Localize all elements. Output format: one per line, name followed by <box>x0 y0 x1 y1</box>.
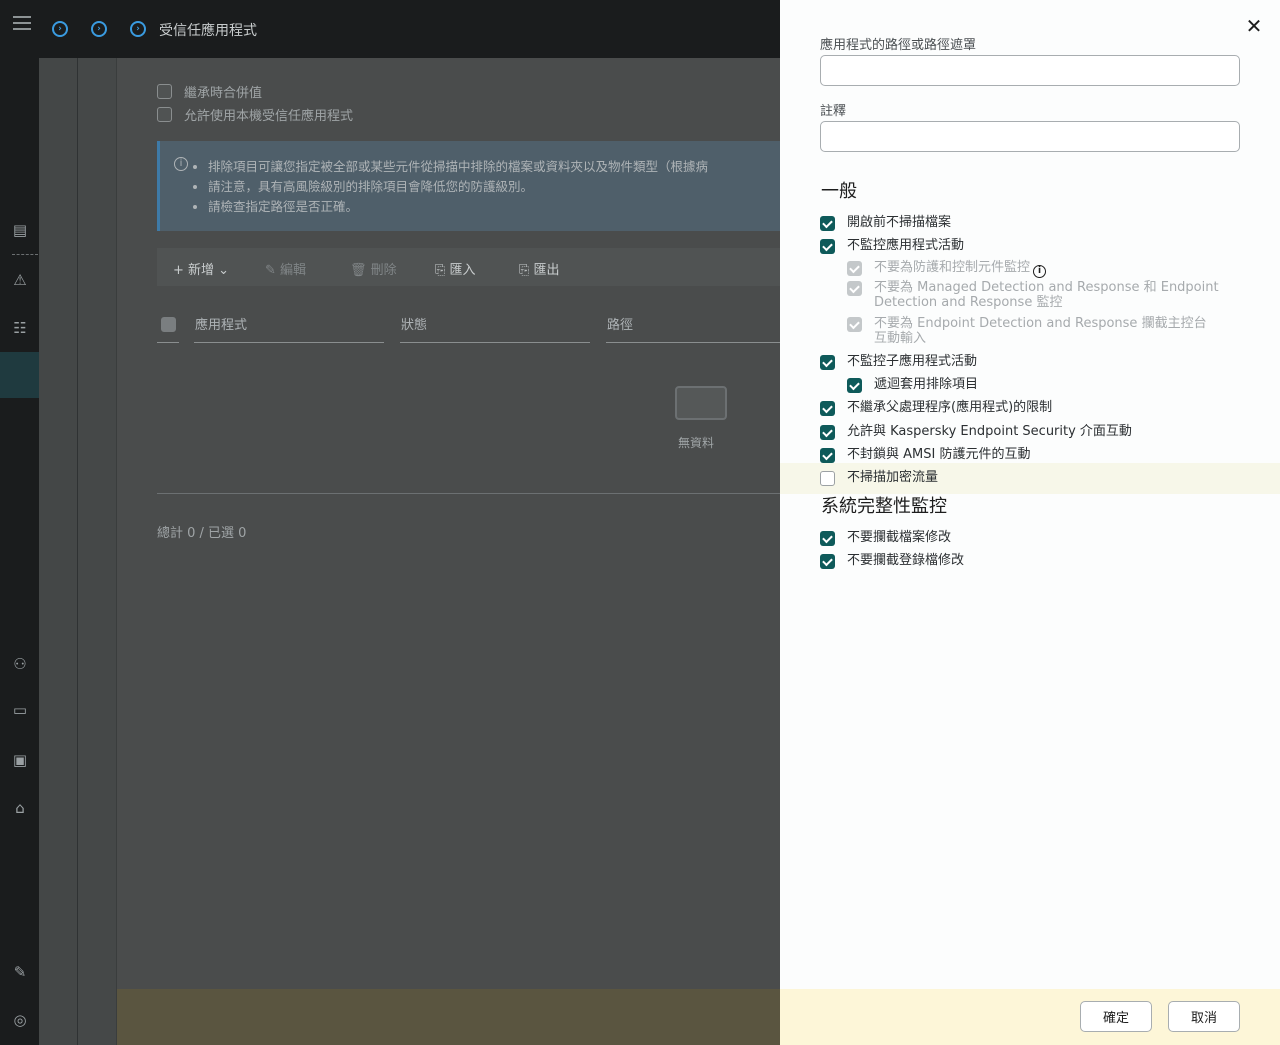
panel-column-2 <box>78 0 117 1045</box>
page-title: 受信任應用程式 <box>159 23 257 39</box>
header-underline <box>194 342 384 343</box>
checkbox-checked[interactable] <box>847 378 862 393</box>
active-nav-marker <box>0 352 42 398</box>
drawer-footer: 確定 取消 <box>780 989 1280 1045</box>
column-header-app[interactable]: 應用程式 <box>195 314 247 333</box>
trusted-app-drawer: ✕ 應用程式的路徑或路徑遮罩 註釋 一般 開啟前不掃描檔案 不監控應用程式活動 … <box>780 0 1280 1045</box>
delete-button[interactable]: 🗑 刪除 <box>350 259 397 278</box>
checkbox-checked[interactable] <box>820 355 835 370</box>
scan-before-open-option[interactable]: 開啟前不掃描檔案 <box>820 215 951 235</box>
checkbox-checked[interactable] <box>820 239 835 254</box>
info-notice: i 排除項目可讓您指定被全部或某些元件從掃描中排除的檔案或資料夾以及物件類型（根… <box>157 141 797 231</box>
monitor-icon[interactable]: ▣ <box>10 750 30 770</box>
chevron-right-icon[interactable]: › <box>91 21 107 37</box>
header-underline <box>606 342 780 343</box>
chevron-right-icon[interactable]: › <box>130 21 146 37</box>
inherit-label: 繼承時合併值 <box>184 86 263 101</box>
path-label: 應用程式的路徑或路徑遮罩 <box>820 38 977 53</box>
close-icon[interactable]: ✕ <box>1244 16 1264 37</box>
hierarchy-icon[interactable]: ☷ <box>10 318 30 338</box>
comment-label: 註釋 <box>820 104 847 119</box>
checkbox-checked[interactable] <box>820 216 835 231</box>
panel-column-1 <box>39 0 78 1045</box>
trusted-apps-page: 繼承時合併值 允許使用本機受信任應用程式 i 排除項目可讓您指定被全部或某些元件… <box>117 58 797 1045</box>
path-input[interactable] <box>820 55 1240 86</box>
integrity-section-title: 系統完整性監控 <box>821 496 947 517</box>
chevron-right-icon[interactable]: › <box>52 21 68 37</box>
empty-state-text: 無資料 <box>678 436 715 450</box>
no-monitor-activity-option[interactable]: 不監控應用程式活動 <box>820 238 964 258</box>
header-underline <box>400 342 590 343</box>
allow-local-label: 允許使用本機受信任應用程式 <box>184 109 354 124</box>
top-bar: › › › 受信任應用程式 <box>39 0 780 58</box>
menu-icon[interactable] <box>13 16 31 34</box>
warning-icon[interactable]: ⚠ <box>10 270 30 290</box>
inherit-checkbox[interactable] <box>157 84 172 99</box>
checkbox-disabled-checked <box>847 281 862 296</box>
column-header-path[interactable]: 路徑 <box>607 314 633 333</box>
table-bottom-border <box>157 493 780 494</box>
account-icon[interactable]: ◎ <box>10 1010 30 1030</box>
allow-kes-interface-option[interactable]: 允許與 Kaspersky Endpoint Security 介面互動 <box>820 424 1132 444</box>
cancel-button[interactable]: 取消 <box>1168 1001 1240 1032</box>
dimmed-footer <box>117 989 780 1045</box>
wrench-icon[interactable]: ✎ <box>10 962 30 982</box>
table-toolbar: + 新增 ⌄ ✎ 編輯 🗑 刪除 ⎘ 匯入 ⎘ 匯出 <box>157 248 797 286</box>
checkbox-checked[interactable] <box>820 554 835 569</box>
divider <box>12 254 38 255</box>
add-button[interactable]: + 新增 ⌄ <box>173 259 229 278</box>
header-underline <box>157 342 179 343</box>
general-section-title: 一般 <box>821 181 857 202</box>
select-all-checkbox[interactable] <box>161 317 176 332</box>
no-intercept-registry-mod-option[interactable]: 不要攔截登錄檔修改 <box>820 553 964 573</box>
no-scan-encrypted-traffic-option[interactable]: 不掃描加密流量 <box>820 470 938 490</box>
comment-input[interactable] <box>820 121 1240 152</box>
summary-text: 總計 0 / 已選 0 <box>157 526 247 541</box>
export-button[interactable]: ⎘ 匯出 <box>519 259 560 278</box>
allow-local-checkbox[interactable] <box>157 107 172 122</box>
edit-button[interactable]: ✎ 編輯 <box>265 259 306 278</box>
ok-button[interactable]: 確定 <box>1080 1001 1152 1032</box>
import-button[interactable]: ⎘ 匯入 <box>435 259 476 278</box>
user-icon[interactable]: ⚇ <box>10 654 30 674</box>
info-icon: i <box>174 157 188 171</box>
info-icon[interactable]: i <box>1033 265 1047 278</box>
empty-inbox-icon <box>675 386 727 420</box>
column-header-status[interactable]: 狀態 <box>401 314 427 333</box>
apply-recursive-option[interactable]: 遞迴套用排除項目 <box>847 377 978 397</box>
info-bullet: 請注意，具有高風險級別的排除項目會降低您的防護級別。 <box>208 177 708 197</box>
checkbox-checked[interactable] <box>820 531 835 546</box>
info-bullet: 排除項目可讓您指定被全部或某些元件從掃描中排除的檔案或資料夾以及物件類型（根據病 <box>208 157 708 177</box>
checkbox-disabled-checked <box>847 317 862 332</box>
server-icon[interactable]: ▤ <box>10 220 30 240</box>
basket-icon[interactable]: ⌂ <box>10 798 30 818</box>
no-monitor-child-option[interactable]: 不監控子應用程式活動 <box>820 354 977 374</box>
checkbox-checked[interactable] <box>820 401 835 416</box>
checkbox-disabled-checked <box>847 261 862 276</box>
checkbox-checked[interactable] <box>820 448 835 463</box>
no-intercept-edr-console-option: 不要為 Endpoint Detection and Response 攔截主控… <box>847 316 1219 346</box>
checkbox-checked[interactable] <box>820 425 835 440</box>
no-inherit-parent-option[interactable]: 不繼承父處理程序(應用程式)的限制 <box>820 400 1052 420</box>
left-nav-rail: ▤ ⚠ ☷ ⚇ ▭ ▣ ⌂ ✎ ◎ <box>0 0 42 1045</box>
no-monitor-mdr-edr-option: 不要為 Managed Detection and Response 和 End… <box>847 280 1219 310</box>
no-monitor-protection-option: 不要為防護和控制元件監控 i <box>847 260 1047 280</box>
info-bullet: 請檢查指定路徑是否正確。 <box>208 197 708 217</box>
no-intercept-file-mod-option[interactable]: 不要攔截檔案修改 <box>820 530 951 550</box>
device-icon[interactable]: ▭ <box>10 700 30 720</box>
checkbox-unchecked[interactable] <box>820 471 835 486</box>
